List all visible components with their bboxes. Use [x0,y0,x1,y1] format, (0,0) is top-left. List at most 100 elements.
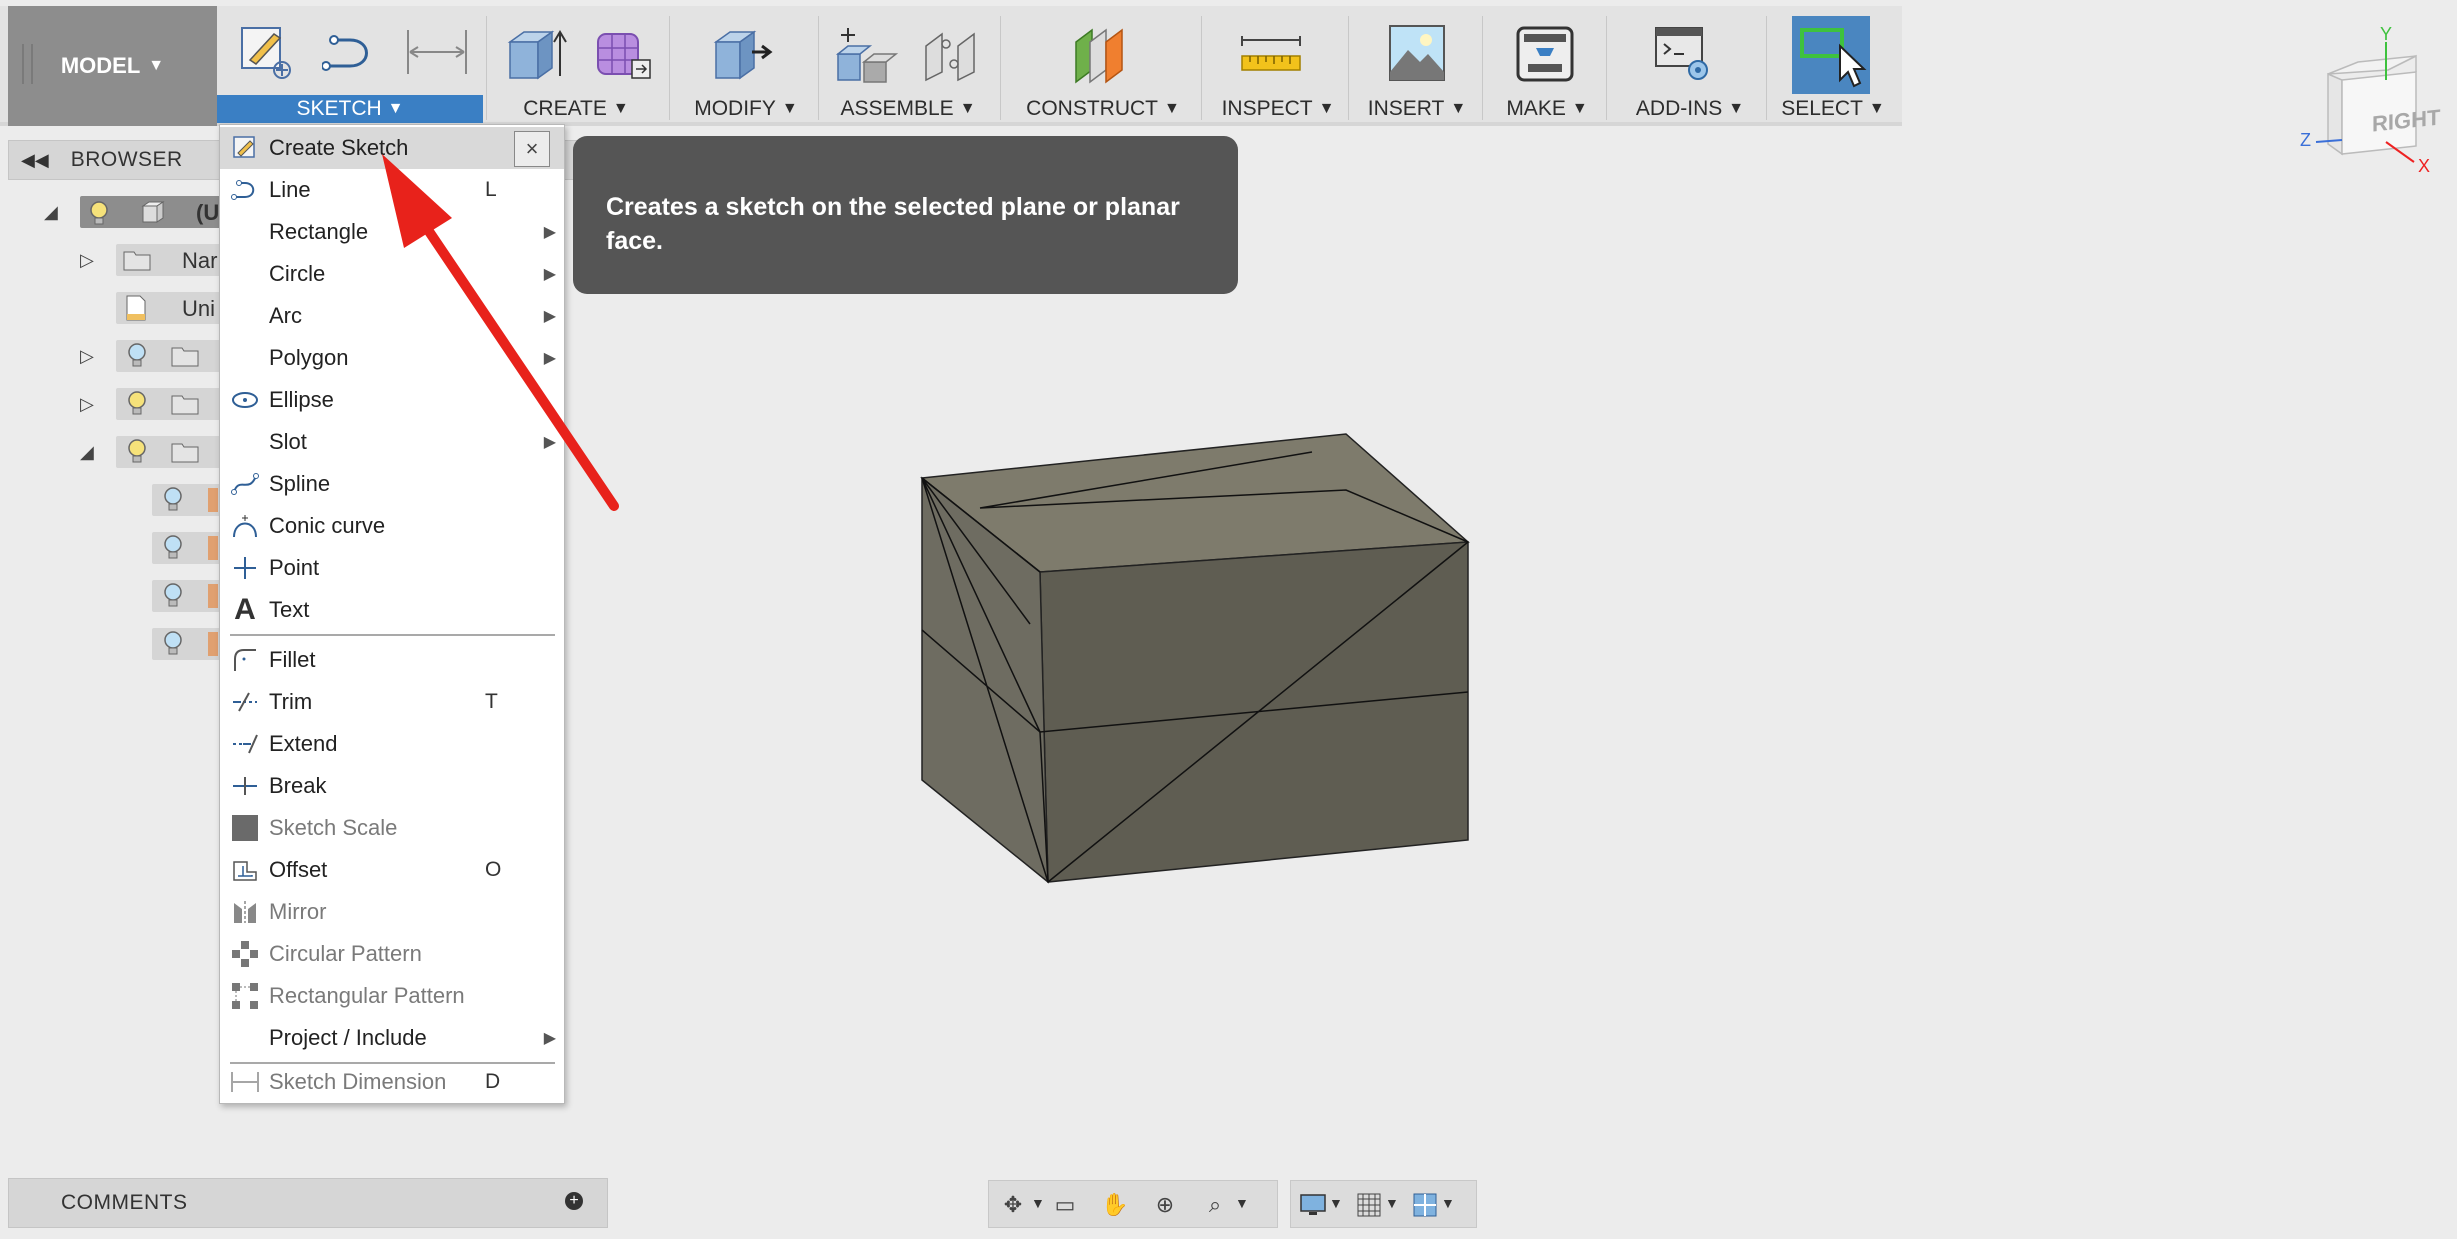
3d-print-icon[interactable] [1514,24,1576,89]
menu-item-label: Mirror [269,899,327,924]
menu-item-shortcut: T [485,690,498,713]
lightbulb-icon[interactable] [162,582,184,613]
orbit-icon[interactable]: ✥ [997,1189,1029,1221]
chevron-down-icon: ▼ [1868,100,1885,117]
chevron-down-icon: ▼ [148,57,165,74]
display-monitor-icon[interactable] [1297,1189,1329,1221]
toolbar-divider [1606,16,1607,120]
chevron-down-icon[interactable]: ▼ [1441,1195,1455,1211]
inspect-group-dropdown[interactable]: INSPECT ▼ [1220,95,1336,123]
lightbulb-icon[interactable] [162,630,184,661]
select-group-dropdown[interactable]: SELECT ▼ [1778,95,1888,123]
menu-item-break[interactable]: Break [220,765,564,807]
sketch-dimension-icon [230,1067,260,1097]
axis-z-label: Z [2300,130,2311,150]
construct-group-dropdown[interactable]: CONSTRUCT ▼ [1020,95,1186,123]
expanded-triangle-icon[interactable]: ◢ [44,202,58,223]
mirror-icon [230,897,260,927]
make-group-dropdown[interactable]: MAKE ▼ [1500,95,1594,123]
chevron-down-icon: ▼ [387,100,404,117]
sketch-group-dropdown[interactable]: SKETCH ▼ [217,95,483,123]
toolbar-divider [669,16,670,120]
menu-item-sketch-dimension[interactable]: Sketch Dimension D [220,1061,564,1103]
menu-item-extend[interactable]: Extend [220,723,564,765]
assemble-group-dropdown[interactable]: ASSEMBLE ▼ [834,95,982,123]
create-form-icon[interactable] [592,24,654,87]
lightbulb-icon[interactable] [126,390,148,421]
spline-icon [230,469,260,499]
viewports-icon[interactable] [1409,1189,1441,1221]
create-group-dropdown[interactable]: CREATE ▼ [506,95,646,123]
collapse-double-chevron-icon[interactable]: ◀◀ [21,150,49,171]
measure-icon[interactable] [1238,36,1304,81]
display-settings-toolbar: ▼ ▼ ▼ [1290,1180,1477,1228]
grid-icon[interactable] [1353,1189,1385,1221]
collapsed-triangle-icon[interactable]: ▷ [80,394,94,415]
menu-item-fillet[interactable]: Fillet [220,639,564,681]
chevron-down-icon[interactable]: ▼ [1235,1195,1249,1211]
lightbulb-icon[interactable] [126,438,148,469]
menu-item-trim[interactable]: Trim T [220,681,564,723]
model-viewport-body[interactable] [900,420,1480,900]
browser-tree: ◢ (U ▷ Nar Uni ▷ ▷ ◢ [0,190,230,670]
menu-item-label: Extend [269,731,338,756]
select-tool-button[interactable] [1792,16,1870,94]
toolbar-grip-handle[interactable] [22,44,33,84]
menu-item-circular-pattern[interactable]: Circular Pattern [220,933,564,975]
add-comment-icon[interactable]: + [565,1192,583,1210]
sketch-icon [208,632,218,656]
create-sketch-icon[interactable] [240,24,292,85]
collapsed-triangle-icon[interactable]: ▷ [80,250,94,271]
sketch-icon [208,536,218,560]
chevron-down-icon[interactable]: ▼ [1385,1195,1399,1211]
viewcube[interactable]: RIGHT Y X Z [2280,24,2450,184]
press-pull-icon[interactable] [712,24,774,87]
axis-y-label: Y [2380,24,2393,44]
line-tool-icon[interactable] [321,34,382,79]
menu-item-project-include[interactable]: Project / Include ▶ [220,1017,564,1059]
addins-group-label: ADD-INS [1635,97,1723,120]
chevron-down-icon: ▼ [1318,100,1335,117]
extrude-icon[interactable] [506,24,568,87]
menu-item-label: Polygon [269,345,349,370]
menu-item-label: Slot [269,429,307,454]
select-group-label: SELECT [1781,97,1863,120]
scripts-addins-icon[interactable] [1652,24,1714,89]
lightbulb-icon[interactable] [88,200,110,231]
chevron-down-icon[interactable]: ▼ [1329,1195,1343,1211]
submenu-arrow-icon: ▶ [543,1030,556,1047]
modify-group-dropdown[interactable]: MODIFY ▼ [690,95,802,123]
lightbulb-icon[interactable] [126,342,148,373]
lightbulb-icon[interactable] [162,534,184,565]
offset-plane-icon[interactable] [1070,24,1132,89]
insert-image-icon[interactable] [1386,22,1448,89]
workspace-label: MODEL [60,53,141,78]
menu-item-label: Project / Include [269,1025,427,1050]
menu-item-offset[interactable]: Offset O [220,849,564,891]
sketch-dimension-icon[interactable] [404,26,470,83]
sketch-icon [208,488,218,512]
look-at-icon[interactable]: ▭ [1049,1189,1081,1221]
lightbulb-icon[interactable] [162,486,184,517]
toolbar-divider [1000,16,1001,120]
menu-item-mirror[interactable]: Mirror [220,891,564,933]
fit-zoom-icon[interactable]: ⌕ [1199,1189,1231,1221]
expanded-triangle-icon[interactable]: ◢ [80,442,94,463]
joint-icon[interactable] [920,26,982,87]
new-component-icon[interactable] [834,24,899,89]
menu-item-sketch-scale[interactable]: Sketch Scale [220,807,564,849]
folder-icon [170,440,200,469]
menu-item-text[interactable]: A Text [220,589,564,631]
insert-group-dropdown[interactable]: INSERT ▼ [1364,95,1470,123]
menu-item-rectangular-pattern[interactable]: Rectangular Pattern [220,975,564,1017]
zoom-icon[interactable]: ⊕ [1149,1189,1181,1221]
pan-hand-icon[interactable]: ✋ [1099,1189,1131,1221]
menu-item-label: Ellipse [269,387,334,412]
collapsed-triangle-icon[interactable]: ▷ [80,346,94,367]
chevron-down-icon[interactable]: ▼ [1031,1195,1045,1211]
menu-item-point[interactable]: Point [220,547,564,589]
comments-panel-header[interactable]: COMMENTS + [8,1178,608,1228]
folder-icon [122,248,152,277]
workspace-switcher-button[interactable]: MODEL ▼ [8,6,217,126]
addins-group-dropdown[interactable]: ADD-INS ▼ [1624,95,1756,123]
